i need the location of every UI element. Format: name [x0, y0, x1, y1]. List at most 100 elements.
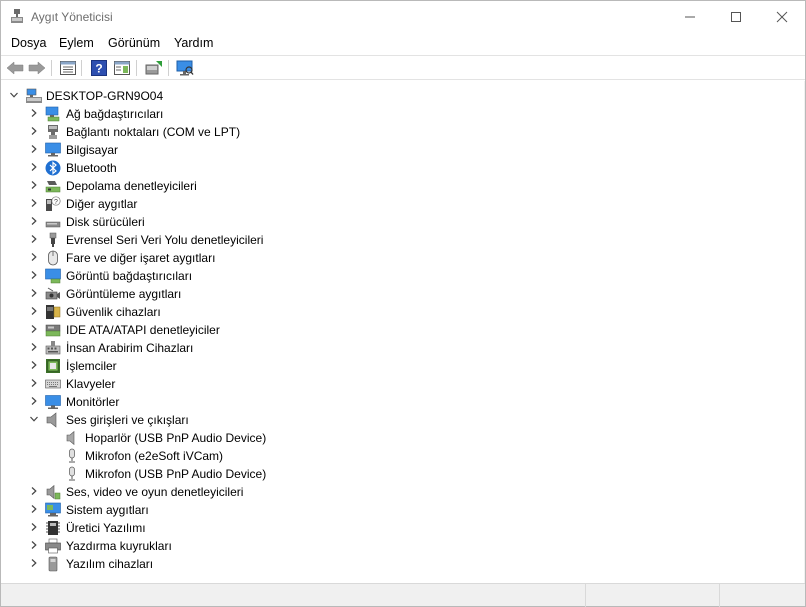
- chevron-right-icon[interactable]: [28, 324, 40, 336]
- chevron-right-icon[interactable]: [28, 198, 40, 210]
- tree-item-software-devices[interactable]: Yazılım cihazları: [1, 555, 781, 573]
- usb-icon: [49, 232, 57, 247]
- tree-item-label: Ses, video ve oyun denetleyicileri: [66, 485, 244, 499]
- scan-hardware-button[interactable]: [175, 59, 195, 77]
- monitor-icon: [45, 142, 61, 157]
- menu-bar: Dosya Eylem Görünüm Yardım: [1, 32, 805, 54]
- chevron-right-icon[interactable]: [28, 234, 40, 246]
- firmware-chip-icon: [46, 521, 60, 535]
- tree-item-firmware[interactable]: Üretici Yazılımı: [1, 519, 781, 537]
- chevron-right-icon[interactable]: [28, 252, 40, 264]
- tree-item-display-adapters[interactable]: Görüntü bağdaştırıcıları: [1, 267, 781, 285]
- tree-item-label: Disk sürücüleri: [66, 215, 145, 229]
- menu-dosya[interactable]: Dosya: [11, 36, 46, 50]
- tree-root[interactable]: DESKTOP-GRN9O04: [1, 87, 781, 105]
- monitor-icon: [45, 395, 61, 409]
- chevron-right-icon[interactable]: [28, 288, 40, 300]
- toolbar-separator: [51, 60, 52, 76]
- computer-icon: [26, 88, 42, 103]
- action-pane-button[interactable]: [112, 59, 132, 77]
- menu-gorunum[interactable]: Görünüm: [108, 36, 160, 50]
- tree-item-system-devices[interactable]: Sistem aygıtları: [1, 501, 781, 519]
- chevron-right-icon[interactable]: [28, 558, 40, 570]
- chevron-down-icon[interactable]: [28, 414, 40, 426]
- menu-eylem[interactable]: Eylem: [59, 36, 94, 50]
- back-button[interactable]: [5, 59, 25, 77]
- menu-yardim[interactable]: Yardım: [174, 36, 213, 50]
- disk-drive-icon: [45, 221, 61, 228]
- tree-item-label: İşlemciler: [66, 359, 117, 373]
- tree-item-computer[interactable]: Bilgisayar: [1, 141, 781, 159]
- tree-item-processors[interactable]: İşlemciler: [1, 357, 781, 375]
- tree-item-network-adapters[interactable]: Ağ bağdaştırıcıları: [1, 105, 781, 123]
- chevron-right-icon[interactable]: [28, 162, 40, 174]
- tree-child-label: Mikrofon (e2eSoft iVCam): [85, 449, 224, 463]
- chevron-right-icon[interactable]: [28, 216, 40, 228]
- speaker-icon: [46, 412, 57, 428]
- tree-item-label: Ağ bağdaştırıcıları: [66, 107, 164, 121]
- close-button[interactable]: [759, 1, 805, 32]
- port-icon: [48, 125, 58, 139]
- tree-item-usb-controllers[interactable]: Evrensel Seri Veri Yolu denetleyicileri: [1, 231, 781, 249]
- tree-item-disk-drives[interactable]: Disk sürücüleri: [1, 213, 781, 231]
- forward-button[interactable]: [27, 59, 47, 77]
- properties-list-button[interactable]: [58, 59, 78, 77]
- update-driver-icon: [145, 61, 162, 75]
- tree-item-mice[interactable]: Fare ve diğer işaret aygıtları: [1, 249, 781, 267]
- status-cell: [719, 584, 805, 607]
- window-title: Aygıt Yöneticisi: [31, 10, 113, 24]
- chevron-right-icon[interactable]: [28, 180, 40, 192]
- tree-item-sound-video-game[interactable]: Ses, video ve oyun denetleyicileri: [1, 483, 781, 501]
- close-icon: [776, 11, 788, 22]
- tree-item-label: Bağlantı noktaları (COM ve LPT): [66, 125, 241, 139]
- camera-icon: [45, 287, 60, 300]
- svg-text:?: ?: [95, 62, 102, 76]
- chevron-right-icon[interactable]: [28, 504, 40, 516]
- chevron-right-icon[interactable]: [28, 342, 40, 354]
- maximize-button[interactable]: [713, 1, 759, 32]
- tree-item-keyboards[interactable]: Klavyeler: [1, 375, 781, 393]
- chevron-right-icon[interactable]: [28, 522, 40, 534]
- chevron-right-icon[interactable]: [28, 144, 40, 156]
- tree-item-ide-controllers[interactable]: IDE ATA/ATAPI denetleyiciler: [1, 321, 781, 339]
- chevron-right-icon[interactable]: [28, 486, 40, 498]
- tree-item-bluetooth[interactable]: Bluetooth: [1, 159, 781, 177]
- tree-item-label: Klavyeler: [66, 377, 116, 391]
- status-bar: [1, 583, 805, 607]
- chevron-right-icon[interactable]: [28, 378, 40, 390]
- tree-item-imaging-devices[interactable]: Görüntüleme aygıtları: [1, 285, 781, 303]
- chevron-right-icon[interactable]: [28, 396, 40, 408]
- tree-item-print-queues[interactable]: Yazdırma kuyrukları: [1, 537, 781, 555]
- tree-child-microphone-usb[interactable]: Mikrofon (USB PnP Audio Device): [1, 465, 781, 483]
- chevron-right-icon[interactable]: [28, 360, 40, 372]
- minimize-icon: [685, 16, 695, 17]
- tree-child-microphone-ivcam[interactable]: Mikrofon (e2eSoft iVCam): [1, 447, 781, 465]
- tree-item-storage-controllers[interactable]: Depolama denetleyicileri: [1, 177, 781, 195]
- tree-item-ports[interactable]: Bağlantı noktaları (COM ve LPT): [1, 123, 781, 141]
- tree-item-security-devices[interactable]: Güvenlik cihazları: [1, 303, 781, 321]
- tree-item-monitors[interactable]: Monitörler: [1, 393, 781, 411]
- title-bar[interactable]: Aygıt Yöneticisi: [1, 1, 805, 32]
- tree-item-label: Ses girişleri ve çıkışları: [66, 413, 189, 427]
- tree-item-audio-inputs-outputs[interactable]: Ses girişleri ve çıkışları: [1, 411, 781, 429]
- printer-icon: [45, 538, 61, 554]
- minimize-button[interactable]: [667, 1, 713, 32]
- chevron-down-icon[interactable]: [8, 90, 20, 102]
- tree-item-other-devices[interactable]: ? Diğer aygıtlar: [1, 195, 781, 213]
- tree-item-hid[interactable]: İnsan Arabirim Cihazları: [1, 339, 781, 357]
- chevron-right-icon[interactable]: [28, 540, 40, 552]
- update-driver-button[interactable]: [144, 59, 164, 77]
- chevron-right-icon[interactable]: [28, 306, 40, 318]
- chevron-right-icon[interactable]: [28, 126, 40, 138]
- toolbar-separator: [136, 60, 137, 76]
- device-manager-app-icon: [11, 9, 23, 23]
- tree-root-label: DESKTOP-GRN9O04: [46, 89, 164, 103]
- tree-item-label: Monitörler: [66, 395, 120, 409]
- chevron-right-icon[interactable]: [28, 270, 40, 282]
- help-button[interactable]: ?: [89, 59, 109, 77]
- unknown-device-icon: ?: [46, 196, 61, 211]
- tree-item-label: Sistem aygıtları: [66, 503, 149, 517]
- tree-child-speaker[interactable]: Hoparlör (USB PnP Audio Device): [1, 429, 781, 447]
- scan-hardware-icon: [176, 60, 194, 76]
- chevron-right-icon[interactable]: [28, 108, 40, 120]
